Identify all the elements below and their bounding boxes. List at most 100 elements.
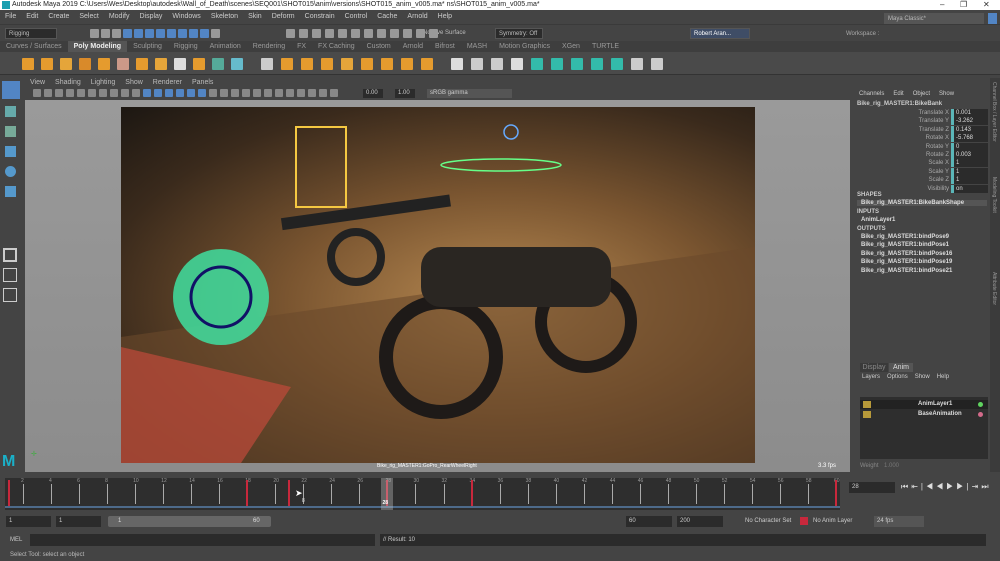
viewport-menu-view[interactable]: View — [30, 79, 45, 86]
shelf-tool-icon[interactable] — [421, 58, 433, 70]
animation-start-field[interactable]: 1 — [6, 516, 51, 527]
shelf-tool-icon[interactable] — [98, 58, 110, 70]
viewport-tool-icon[interactable] — [165, 89, 173, 97]
shelf-tab-arnold[interactable]: Arnold — [397, 41, 429, 52]
color-space-select[interactable]: sRGB gamma — [427, 89, 512, 98]
status-tool-icon[interactable] — [134, 29, 143, 38]
menu-edit[interactable]: Edit — [26, 10, 38, 24]
keyframe-marker[interactable] — [8, 480, 10, 506]
status-tool-icon[interactable] — [338, 29, 347, 38]
playback-button[interactable]: |◀ — [921, 482, 936, 491]
shelf-tool-icon[interactable] — [212, 58, 224, 70]
shelf-tool-icon[interactable] — [174, 58, 186, 70]
viewport-tool-icon[interactable] — [231, 89, 239, 97]
mode-select[interactable]: Rigging — [5, 28, 57, 39]
rotate-tool-icon[interactable] — [5, 166, 16, 177]
range-slider[interactable]: 1 60 — [108, 516, 271, 527]
channel-name[interactable]: Translate X — [919, 109, 949, 117]
channel-name[interactable]: Translate Z — [919, 126, 949, 134]
channel-row[interactable]: Translate X 0.001 — [855, 109, 990, 117]
layer-lock-icon[interactable] — [863, 411, 871, 418]
playback-end-field[interactable]: 60 — [626, 516, 672, 527]
viewport-tool-icon[interactable] — [242, 89, 250, 97]
shelf-tool-icon[interactable] — [381, 58, 393, 70]
shelf-tool-icon[interactable] — [361, 58, 373, 70]
channel-value[interactable]: -3.262 — [954, 117, 988, 126]
move-tool-icon[interactable] — [5, 146, 16, 157]
shelf-tab-turtle[interactable]: TURTLE — [586, 41, 625, 52]
channel-value[interactable]: on — [954, 184, 988, 193]
viewport-tool-icon[interactable] — [198, 89, 206, 97]
shelf-tool-icon[interactable] — [155, 58, 167, 70]
shelf-tab-rendering[interactable]: Rendering — [247, 41, 291, 52]
channel-name[interactable]: Scale Y — [928, 168, 949, 176]
status-tool-icon[interactable] — [90, 29, 99, 38]
viewport-tool-icon[interactable] — [297, 89, 305, 97]
playback-button[interactable]: ▶| — [956, 482, 971, 491]
channel-box-menu-show[interactable]: Show — [939, 91, 954, 97]
viewport-tool-icon[interactable] — [143, 89, 151, 97]
lock-icon[interactable] — [988, 13, 997, 24]
shelf-tool-icon[interactable] — [117, 58, 129, 70]
shape-node[interactable]: Bike_rig_MASTER1:BikeBankShape — [857, 200, 987, 206]
mel-label[interactable]: MEL — [10, 537, 22, 543]
status-tool-icon[interactable] — [200, 29, 209, 38]
menu-skin[interactable]: Skin — [248, 10, 262, 24]
status-tool-icon[interactable] — [101, 29, 110, 38]
output-node[interactable]: Bike_rig_MASTER1:bindPose19 — [861, 259, 952, 265]
layer-name[interactable]: AnimLayer1 — [918, 401, 952, 407]
playback-button[interactable]: ⏭ — [981, 482, 991, 491]
viewport-tool-icon[interactable] — [209, 89, 217, 97]
workspace-select[interactable]: Maya Classic* — [884, 13, 984, 24]
status-tool-icon[interactable] — [377, 29, 386, 38]
viewport-menu-show[interactable]: Show — [125, 79, 143, 86]
shelf-tool-icon[interactable] — [471, 58, 483, 70]
viewport-tool-icon[interactable] — [253, 89, 261, 97]
playback-button[interactable]: ⇥ — [972, 482, 982, 491]
shelf-tool-icon[interactable] — [136, 58, 148, 70]
playback-button[interactable]: ⇤ — [911, 482, 921, 491]
layer-menu-help[interactable]: Help — [937, 374, 949, 380]
layer-row[interactable]: BaseAnimation — [860, 410, 988, 419]
viewport-tool-icon[interactable] — [99, 89, 107, 97]
side-tab[interactable]: Channel Box / Layer Editor — [991, 82, 997, 142]
viewport-tool-icon[interactable] — [275, 89, 283, 97]
menu-create[interactable]: Create — [48, 10, 69, 24]
keyframe-marker[interactable] — [470, 480, 473, 506]
shelf-tool-icon[interactable] — [551, 58, 563, 70]
shelf-tool-icon[interactable] — [451, 58, 463, 70]
shelf-tab-bifrost[interactable]: Bifrost — [429, 41, 461, 52]
shelf-tool-icon[interactable] — [401, 58, 413, 70]
viewport-tool-icon[interactable] — [286, 89, 294, 97]
shelf-tool-icon[interactable] — [193, 58, 205, 70]
status-tool-icon[interactable] — [325, 29, 334, 38]
layer-row[interactable]: AnimLayer1 — [860, 400, 988, 409]
close-button[interactable]: ✕ — [983, 0, 990, 10]
channel-value[interactable]: 0.001 — [954, 109, 988, 117]
shelf-tool-icon[interactable] — [531, 58, 543, 70]
status-tool-icon[interactable] — [123, 29, 132, 38]
channel-name[interactable]: Scale Z — [929, 176, 949, 184]
single-pane-layout-icon[interactable] — [3, 248, 17, 262]
persp-outliner-layout-icon[interactable] — [3, 288, 17, 302]
viewport-tool-icon[interactable] — [110, 89, 118, 97]
select-tool-icon[interactable] — [2, 81, 20, 99]
status-tool-icon[interactable] — [312, 29, 321, 38]
viewport-tool-icon[interactable] — [264, 89, 272, 97]
channel-value[interactable]: 1 — [954, 176, 988, 185]
shelf-tool-icon[interactable] — [341, 58, 353, 70]
viewport-tool-icon[interactable] — [154, 89, 162, 97]
viewport-tool-icon[interactable] — [319, 89, 327, 97]
layer-name[interactable]: BaseAnimation — [918, 411, 962, 417]
time-slider[interactable]: 2468101214161820222426283032343638404244… — [5, 478, 840, 510]
channel-name[interactable]: Rotate Z — [926, 151, 949, 159]
shelf-tab-rigging[interactable]: Rigging — [168, 41, 204, 52]
viewport-tool-icon[interactable] — [176, 89, 184, 97]
channel-value[interactable]: 1 — [954, 167, 988, 176]
layer-menu-options[interactable]: Options — [887, 374, 908, 380]
viewport-tool-icon[interactable] — [66, 89, 74, 97]
channel-name[interactable]: Visibility — [927, 185, 949, 193]
keyframe-marker[interactable] — [835, 480, 837, 506]
gamma-field[interactable]: 1.00 — [395, 89, 415, 98]
status-tool-icon[interactable] — [390, 29, 399, 38]
